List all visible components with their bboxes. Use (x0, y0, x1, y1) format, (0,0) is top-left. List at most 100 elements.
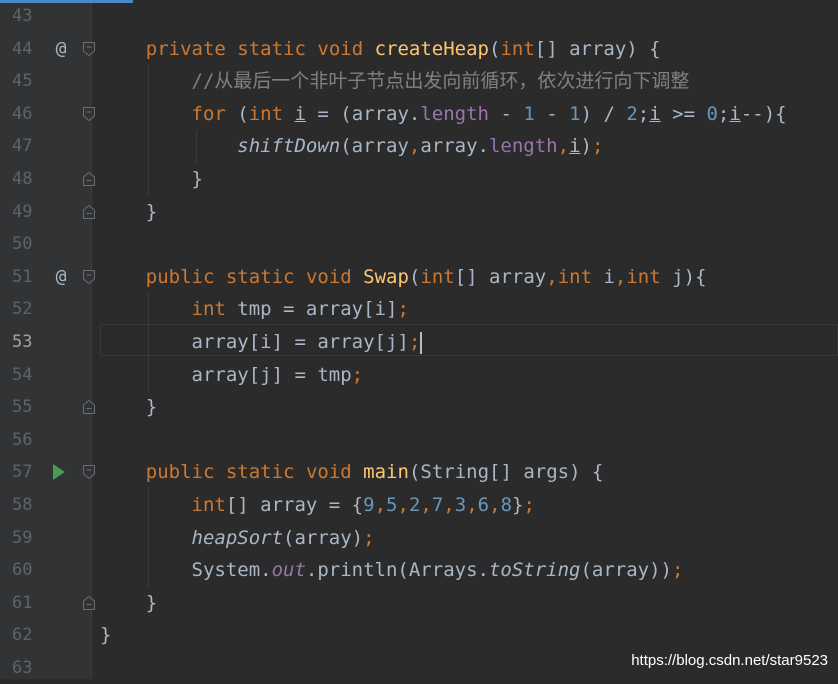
code-token: int (500, 37, 535, 60)
line-number: 50 (12, 234, 33, 255)
code-line[interactable]: array[j] = tmp; (100, 359, 364, 391)
line-number: 49 (12, 201, 33, 222)
fold-close-icon[interactable] (83, 595, 95, 610)
code-token: 9 (363, 494, 375, 516)
code-token: [] array = { (225, 494, 364, 516)
code-token: , (420, 494, 432, 516)
code-token: , (557, 135, 570, 158)
code-line[interactable]: for (int i = (array.length - 1 - 1) / 2;… (100, 98, 787, 130)
indent-guide (196, 130, 197, 163)
code-token: Swap (363, 265, 409, 288)
code-token: static (225, 265, 295, 288)
override-marker-icon[interactable]: @ (52, 39, 70, 58)
code-line[interactable]: //从最后一个非叶子节点出发向前循环，依次进行向下调整 (100, 65, 690, 97)
fold-open-icon[interactable] (83, 106, 95, 121)
override-marker-icon[interactable]: @ (52, 267, 70, 286)
code-token: private (145, 37, 226, 60)
gutter-divider (91, 0, 92, 679)
line-number: 59 (12, 527, 33, 548)
code-token: i (729, 102, 741, 125)
code-token: , (374, 494, 387, 516)
code-token: ) (580, 135, 592, 158)
text-cursor (420, 331, 423, 354)
code-token: ; (637, 102, 650, 125)
code-token: //从最后一个非叶子节点出发向前循环，依次进行向下调整 (191, 70, 690, 93)
indent-guide (148, 65, 149, 196)
code-token: ( (489, 37, 501, 60)
line-number: 45 (12, 71, 33, 92)
code-token: - (489, 102, 524, 125)
line-number: 57 (12, 462, 33, 483)
indent-guide (148, 489, 149, 587)
code-token: (array)) (580, 559, 672, 582)
code-token: ) / (580, 102, 627, 125)
code-token: for (191, 102, 226, 125)
code-token: ; (408, 331, 421, 353)
code-token: ; (351, 363, 364, 386)
code-line[interactable]: public static void Swap(int[] array,int … (100, 261, 707, 293)
code-line[interactable]: shiftDown(array,array.length,i); (100, 130, 603, 162)
line-number: 62 (12, 625, 33, 646)
line-number: 60 (12, 560, 33, 581)
code-line[interactable]: } (100, 391, 157, 423)
code-line[interactable]: } (100, 196, 157, 228)
code-token: i (569, 135, 581, 158)
code-line[interactable]: int[] array = {9,5,2,7,3,6,8}; (100, 489, 535, 521)
line-number: 43 (12, 6, 33, 26)
code-line[interactable]: } (100, 587, 157, 619)
code-token: = (array. (305, 102, 421, 125)
run-icon[interactable] (53, 464, 65, 481)
code-line[interactable]: System.out.println(Arrays.toString(array… (100, 554, 684, 586)
code-token: ( (225, 102, 249, 125)
fold-close-icon[interactable] (83, 204, 95, 219)
code-token: createHeap (374, 37, 489, 60)
indent-guide (148, 293, 149, 392)
code-token: ; (363, 526, 375, 549)
code-token: int (248, 102, 284, 125)
code-token: ; (671, 559, 684, 582)
code-token: length (488, 135, 558, 158)
code-token: i (649, 102, 661, 125)
code-token: , (614, 265, 627, 288)
code-line[interactable]: } (100, 619, 111, 651)
code-line[interactable]: } (100, 163, 203, 195)
code-token: ; (717, 102, 730, 125)
code-token: } (512, 494, 524, 516)
code-token: static (237, 37, 306, 60)
line-number: 58 (12, 495, 33, 515)
code-line[interactable]: public static void main(String[] args) { (100, 456, 604, 488)
fold-open-icon[interactable] (83, 465, 95, 480)
fold-close-icon[interactable] (83, 172, 95, 186)
code-token: (String[] args) { (408, 461, 604, 484)
code-token: .println(Arrays. (305, 559, 489, 582)
code-token: 1 (569, 102, 581, 125)
line-number: 46 (12, 103, 33, 124)
code-token: , (408, 135, 421, 158)
line-number: 52 (12, 299, 33, 320)
fold-close-icon[interactable] (83, 400, 95, 415)
code-token: [] array) { (534, 37, 661, 60)
line-number: 53 (12, 332, 33, 352)
line-number: 44 (12, 38, 33, 59)
code-token: array[j] = tmp (100, 363, 352, 386)
code-token: } (100, 200, 158, 223)
code-token: shiftDown (237, 135, 341, 158)
fold-open-icon[interactable] (83, 269, 95, 284)
code-token: 6 (477, 494, 490, 516)
code-line[interactable]: heapSort(array); (100, 522, 375, 554)
code-token: 5 (386, 494, 398, 516)
code-line[interactable]: int tmp = array[i]; (100, 293, 409, 325)
code-token: toString (488, 559, 581, 582)
code-token: void (317, 37, 364, 60)
code-token: , (489, 494, 501, 516)
code-token: - (534, 102, 570, 125)
fold-open-icon[interactable] (83, 41, 95, 56)
code-line[interactable]: private static void createHeap(int[] arr… (100, 33, 661, 65)
